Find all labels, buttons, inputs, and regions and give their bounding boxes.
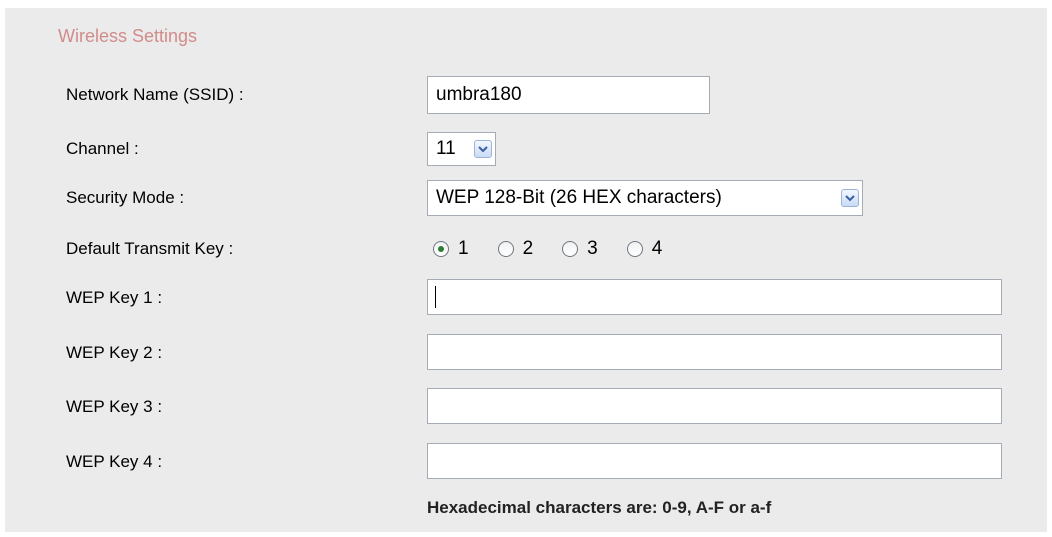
- wep-key-2-label: WEP Key 2 :: [66, 343, 163, 362]
- hex-hint-text: Hexadecimal characters are: 0-9, A-F or …: [427, 498, 772, 517]
- radio-icon[interactable]: [626, 241, 643, 257]
- channel-row: Channel : 11: [0, 130, 1052, 168]
- radio-icon[interactable]: [497, 241, 514, 257]
- wep-key-4-row: WEP Key 4 :: [0, 443, 1052, 481]
- transmit-key-option-label: 4: [651, 238, 663, 259]
- transmit-key-option-3[interactable]: 3: [556, 238, 598, 260]
- wep-key-3-input[interactable]: [427, 388, 1002, 424]
- security-mode-row: Security Mode : WEP 128-Bit (26 HEX char…: [0, 179, 1052, 217]
- channel-value: 11: [436, 138, 456, 159]
- transmit-key-option-label: 3: [587, 238, 598, 259]
- wep-key-1-row: WEP Key 1 :: [0, 279, 1052, 317]
- wep-key-4-input[interactable]: [427, 443, 1002, 479]
- text-caret: [435, 286, 436, 308]
- ssid-row: Network Name (SSID) :: [0, 76, 1052, 114]
- transmit-key-option-2[interactable]: 2: [492, 238, 534, 260]
- security-mode-select[interactable]: WEP 128-Bit (26 HEX characters): [427, 180, 863, 216]
- section-title: Wireless Settings: [58, 26, 198, 46]
- transmit-key-option-1[interactable]: 1: [427, 238, 469, 260]
- wep-key-2-input[interactable]: [427, 334, 1002, 370]
- wep-key-3-row: WEP Key 3 :: [0, 388, 1052, 426]
- channel-select[interactable]: 11: [427, 132, 496, 166]
- security-mode-value: WEP 128-Bit (26 HEX characters): [436, 187, 722, 208]
- chevron-down-icon[interactable]: [474, 140, 492, 158]
- channel-label: Channel :: [66, 139, 139, 158]
- ssid-input[interactable]: [427, 76, 710, 114]
- transmit-key-option-label: 2: [522, 238, 534, 259]
- wep-key-1-label: WEP Key 1 :: [66, 288, 163, 307]
- wep-key-1-field[interactable]: [427, 279, 1002, 315]
- transmit-key-row: Default Transmit Key : 1 2 3 4: [0, 230, 1052, 268]
- radio-icon[interactable]: [433, 241, 449, 257]
- ssid-label: Network Name (SSID) :: [66, 85, 244, 104]
- security-mode-label: Security Mode :: [66, 188, 185, 207]
- radio-icon[interactable]: [562, 241, 579, 257]
- wep-key-4-label: WEP Key 4 :: [66, 452, 163, 471]
- wep-key-1-input[interactable]: [427, 279, 1002, 315]
- wep-key-2-row: WEP Key 2 :: [0, 334, 1052, 372]
- transmit-key-option-label: 1: [458, 238, 469, 259]
- transmit-key-option-4[interactable]: 4: [621, 238, 663, 260]
- wep-key-3-label: WEP Key 3 :: [66, 397, 163, 416]
- transmit-key-label: Default Transmit Key :: [66, 239, 234, 258]
- transmit-key-radio-group: 1 2 3 4: [427, 230, 685, 268]
- chevron-down-icon[interactable]: [841, 189, 859, 207]
